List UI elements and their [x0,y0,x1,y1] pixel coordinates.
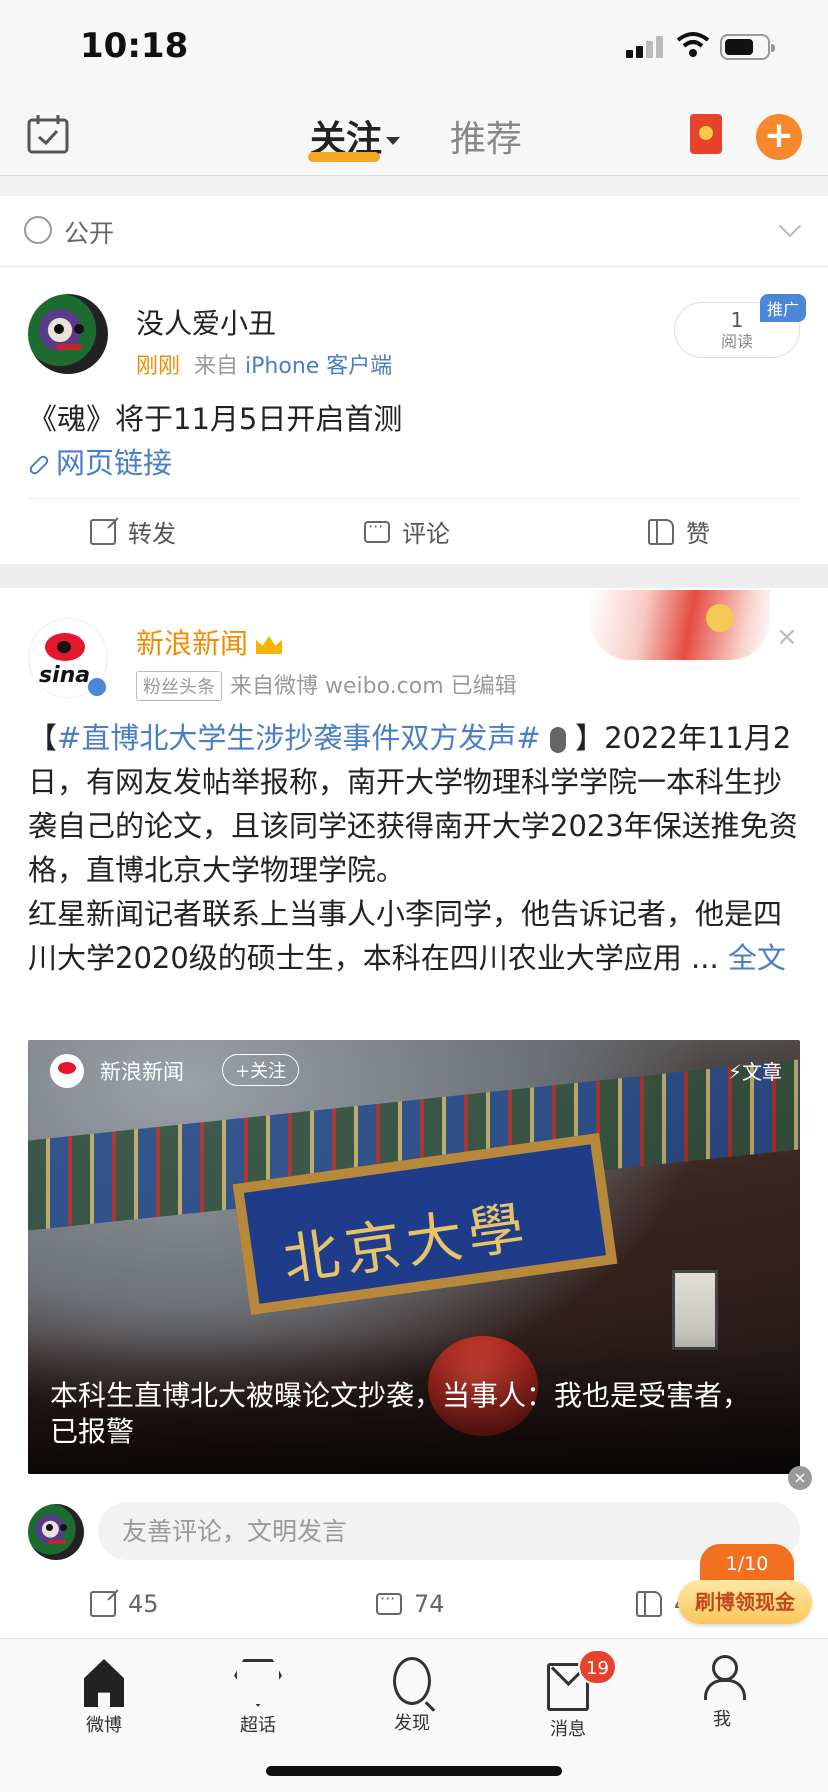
tab-me-label: 我 [713,1709,731,1730]
link-icon [27,453,51,477]
bracket-close: 】 [575,721,605,755]
calendar-check-icon[interactable] [26,112,70,156]
thumbs-up-icon [648,518,674,545]
comment-input[interactable] [98,1502,800,1560]
comment-button[interactable]: 评论 [364,514,450,549]
sina-eye-icon [45,633,85,661]
person-icon [702,1653,746,1701]
hashtag-link[interactable]: #直博北大学生涉抄袭事件双方发声# [57,721,541,755]
flag-decoration [590,590,770,660]
comment-icon [376,1589,402,1615]
fan-headline-tag: 粉丝头条 [136,671,222,701]
caret-down-icon [386,137,401,145]
close-icon[interactable]: × [776,622,798,652]
read-more-link[interactable]: 全文 [728,941,786,975]
top-nav: 关注 推荐 + [0,96,828,176]
tab-super-topic-label: 超话 [240,1715,276,1736]
promo-tag: 推广 [760,294,807,322]
post-actions: 转发 评论 赞 [0,500,828,564]
microphone-icon [549,727,566,753]
repost-label: 转发 [128,520,176,548]
close-icon[interactable]: × [788,1466,812,1490]
visibility-bar[interactable]: 公开 [0,196,828,266]
user-name[interactable]: 新浪新闻 [136,622,283,662]
tab-discover[interactable]: 发现 [362,1653,462,1735]
comment-count: 74 [414,1590,445,1618]
post-time: 刚刚 [136,354,181,379]
follow-button[interactable]: +关注 [222,1054,300,1086]
status-bar: 10:18 [0,0,828,96]
post-meta: 粉丝头条 来自微博 weibo.com 已编辑 [136,668,517,701]
user-name-label: 新浪新闻 [136,627,249,660]
sina-logo-text: sina [39,663,91,688]
avatar [28,1504,84,1560]
article-card[interactable]: 北京大學 新浪新闻 +关注 ⚡文章 本科生直博北大被曝论文抄袭，当事人：我也是受… [28,1040,800,1474]
visibility-label: 公开 [64,219,115,248]
signal-icon [626,36,666,58]
tab-home-label: 微博 [86,1715,122,1736]
tab-discover-label: 发现 [394,1713,430,1734]
article-caption: 本科生直博北大被曝论文抄袭，当事人：我也是受害者，已报警 [50,1379,751,1448]
post-body: 2022年11月2日，有网友发帖举报称，南开大学物理科学学院一本科生抄袭自己的论… [28,721,798,975]
globe-icon [24,216,52,244]
tab-super-topic[interactable]: 超话 [208,1653,308,1737]
repost-count: 45 [128,1590,159,1618]
source-app[interactable]: iPhone 客户端 [245,354,392,379]
status-time: 10:18 [80,26,189,66]
post-meta-text: 来自微博 weibo.com 已编辑 [230,674,517,699]
compose-plus-button[interactable]: + [756,114,802,160]
tab-me[interactable]: 我 [672,1653,772,1731]
tab-messages-label: 消息 [550,1719,586,1740]
read-label: 阅读 [720,332,753,351]
article-source-name[interactable]: 新浪新闻 [100,1056,184,1086]
repost-icon [90,518,116,545]
message-count-badge: 19 [578,1649,617,1685]
post-text: 《魂》将于11月5日开启首测 [28,402,403,436]
crown-icon [256,636,283,654]
avatar[interactable] [28,294,108,374]
post-text: 【#直博北大学生涉抄袭事件双方发声# 】2022年11月2日，有网友发帖举报称，… [28,716,800,980]
repost-button[interactable]: 转发 [90,514,176,549]
user-name[interactable]: 没人爱小丑 [136,302,276,342]
repost-button[interactable]: 45 [90,1590,159,1618]
home-icon [84,1659,124,1707]
comment-label: 评论 [402,520,450,548]
battery-icon [720,34,775,60]
feed-gap [0,564,828,588]
post-meta: 刚刚 来自 iPhone 客户端 [136,348,392,380]
like-button[interactable]: 赞 [648,514,710,549]
divider [28,498,800,499]
cash-reward-button[interactable]: 刷博领现金 [678,1580,812,1624]
active-tab-indicator [308,152,380,162]
source-prefix: 来自 [194,354,239,379]
chevron-down-icon[interactable] [778,214,802,238]
comment-button[interactable]: 74 [376,1589,445,1618]
sina-small-logo-icon [50,1054,84,1088]
thumbs-up-icon [636,1591,662,1617]
repost-icon [90,1591,116,1617]
article-tag: ⚡文章 [727,1060,782,1084]
search-icon [393,1657,431,1705]
bracket-open: 【 [28,721,58,755]
weibo-feed-screen: 10:18 关注 推荐 + 公开 没人爱小丑 刚刚 来自 iPhone 客户端 … [0,0,828,1792]
red-packet-icon[interactable] [690,114,722,154]
like-label: 赞 [686,520,710,548]
web-link-label: 网页链接 [56,446,173,480]
verified-badge-icon [86,676,108,698]
comment-icon [364,517,390,543]
plaque-text: 北京大學 [279,1194,534,1294]
home-indicator [266,1766,562,1776]
web-link[interactable]: 网页链接 [27,440,173,482]
post-card-2: sina 新浪新闻 粉丝头条 来自微博 weibo.com 已编辑 × 【#直博北… [0,588,828,1638]
tab-recommend[interactable]: 推荐 [450,110,522,162]
post-card-1: 没人爱小丑 刚刚 来自 iPhone 客户端 1 阅读 推广 《魂》将于11月5… [0,268,828,564]
reward-counter[interactable]: 1/10 [700,1544,794,1584]
wifi-icon [676,32,710,57]
tab-home[interactable]: 微博 [54,1653,154,1737]
diamond-icon [234,1659,282,1707]
